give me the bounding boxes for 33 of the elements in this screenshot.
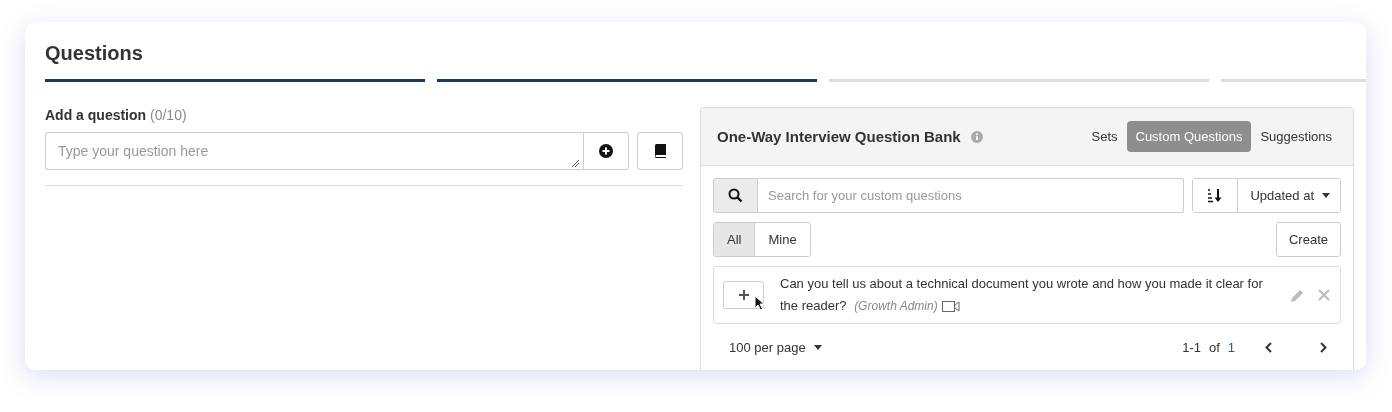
field-label: Add a question (0/10) xyxy=(45,107,188,123)
mouse-pointer-icon xyxy=(754,295,765,311)
page-range: 1-1 xyxy=(1182,340,1201,355)
filter-toggle[interactable]: All xyxy=(714,223,755,256)
book-icon xyxy=(654,144,666,158)
search-field[interactable]: Search for your custom questions xyxy=(758,178,1185,213)
plus-icon xyxy=(738,290,749,300)
chevron-left-icon xyxy=(1265,342,1272,353)
chevron-right-icon xyxy=(1320,342,1327,353)
close-icon xyxy=(1318,289,1330,301)
page-total: 1 xyxy=(1227,340,1235,355)
bank-tab[interactable]: Sets xyxy=(1082,121,1127,152)
pencil-icon xyxy=(1291,288,1304,302)
sort-descending-icon xyxy=(1207,188,1224,203)
question-input-field[interactable]: Type your question here xyxy=(45,132,583,170)
info-icon xyxy=(970,130,983,143)
section-title: Questions xyxy=(45,42,144,65)
caret-icon xyxy=(813,345,822,350)
add-button[interactable] xyxy=(583,132,629,170)
bank-tab[interactable]: Suggestions xyxy=(1251,121,1341,152)
search-icon xyxy=(728,188,743,203)
filter-toggle[interactable]: Mine xyxy=(754,223,810,256)
panel-title: One-Way Interview Question Bank xyxy=(717,128,961,145)
per-page-dropdown[interactable]: 100 per page xyxy=(729,340,822,355)
page-of-label: of xyxy=(1208,340,1220,355)
add-question-button[interactable] xyxy=(723,281,764,309)
resize-handle-icon xyxy=(571,159,579,167)
sort-direction-button[interactable] xyxy=(1193,179,1239,212)
plus-circle-icon xyxy=(599,144,613,158)
question-bank-button[interactable] xyxy=(637,132,683,170)
caret-icon xyxy=(1322,193,1330,198)
question-text: Can you tell us about a technical document you wrote and how you made it clear for the reader? (Growth Admin) xyxy=(780,275,1264,315)
create-button[interactable]: Create xyxy=(1275,222,1341,257)
